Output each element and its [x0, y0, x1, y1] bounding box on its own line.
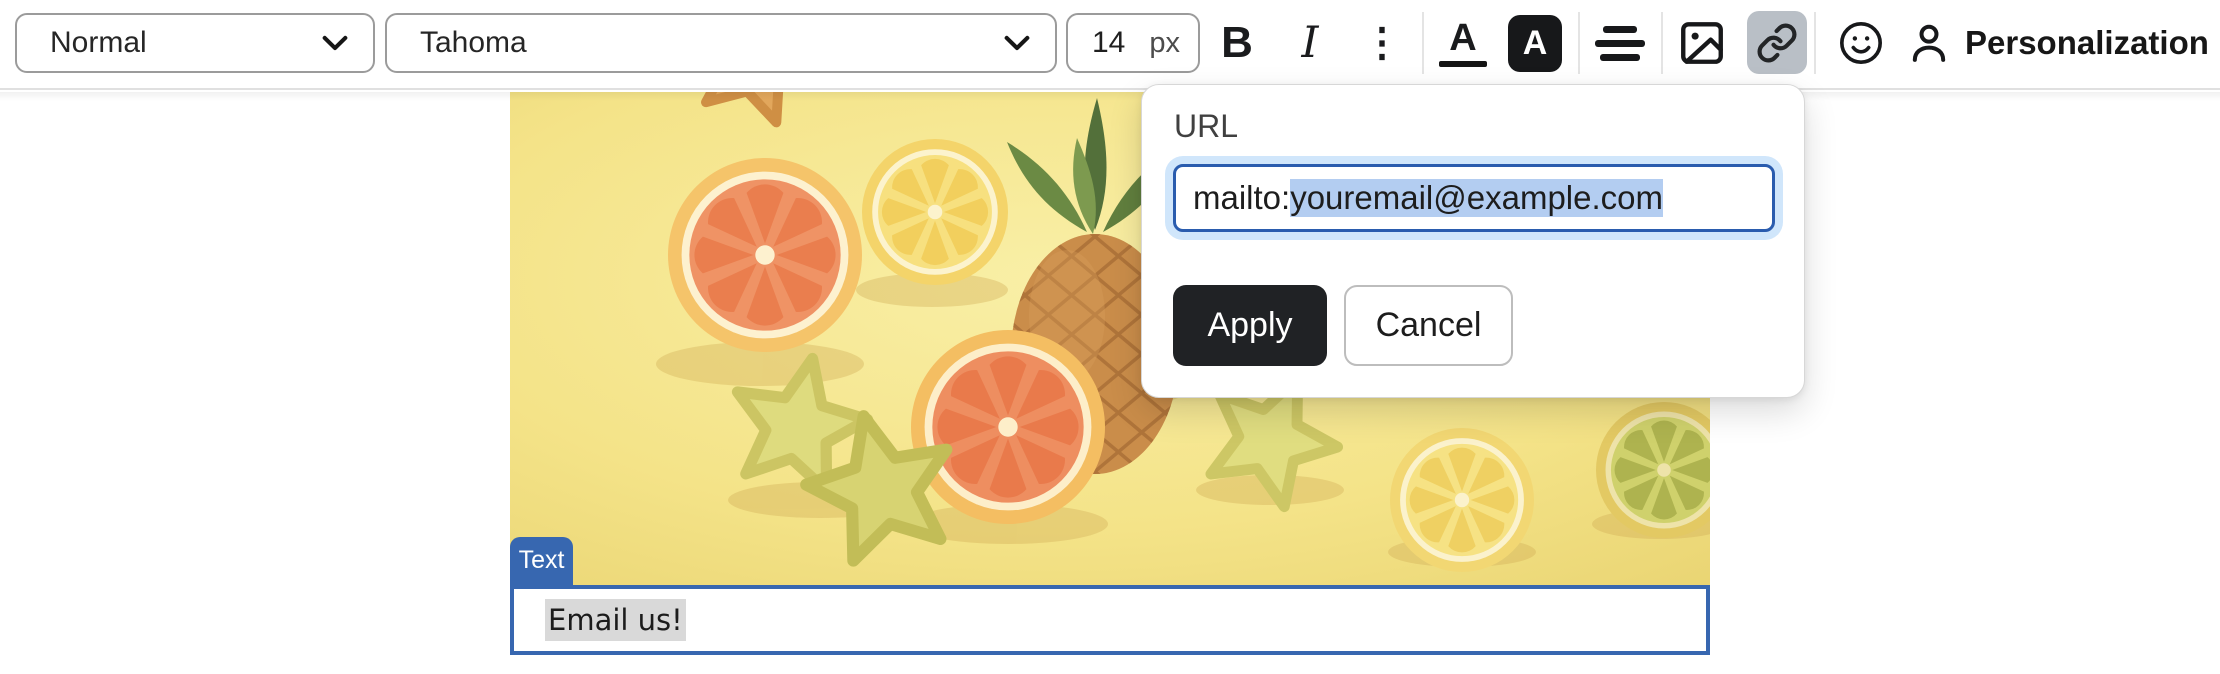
toolbar-shadow: [0, 92, 2220, 101]
email-editor: Normal Tahoma 14 px B I ⋮ A: [0, 0, 2220, 674]
chevron-down-icon: [316, 24, 354, 62]
text-color-icon: A: [1439, 19, 1487, 68]
text-color-button[interactable]: A: [1437, 10, 1489, 76]
bold-icon: B: [1221, 18, 1253, 68]
url-prefix-text: mailto:: [1193, 179, 1290, 217]
toolbar-divider: [1422, 12, 1424, 74]
italic-icon: I: [1302, 18, 1319, 68]
toolbar-divider: [1578, 12, 1580, 74]
smiley-icon: [1838, 20, 1884, 66]
person-icon: [1906, 20, 1952, 66]
link-icon: [1756, 22, 1798, 64]
highlight-color-button[interactable]: A: [1507, 10, 1563, 76]
text-block-content[interactable]: Email us!: [545, 599, 686, 641]
font-size-value: 14: [1092, 26, 1125, 60]
personalization-label: Personalization: [1965, 24, 2209, 62]
font-size-input[interactable]: 14 px: [1066, 13, 1200, 73]
italic-button[interactable]: I: [1286, 10, 1334, 76]
highlight-color-icon: A: [1508, 15, 1562, 72]
font-family-value: Tahoma: [420, 26, 527, 60]
url-selected-text: youremail@example.com: [1290, 179, 1663, 217]
url-label: URL: [1174, 108, 1238, 145]
insert-image-button[interactable]: [1676, 10, 1728, 76]
bold-button[interactable]: B: [1213, 10, 1261, 76]
link-popover: URL mailto:youremail@example.com Apply C…: [1141, 84, 1805, 398]
align-center-icon: [1595, 26, 1645, 61]
apply-button[interactable]: Apply: [1173, 285, 1327, 366]
image-icon: [1677, 18, 1727, 68]
paragraph-style-value: Normal: [50, 26, 147, 60]
kebab-menu-icon: ⋮: [1362, 23, 1402, 63]
personalization-button[interactable]: Personalization: [1906, 10, 2209, 76]
font-size-unit: px: [1149, 27, 1180, 60]
block-type-label: Text: [519, 546, 565, 577]
block-type-badge: Text: [510, 537, 573, 586]
cancel-button[interactable]: Cancel: [1344, 285, 1513, 366]
toolbar-divider: [1661, 12, 1663, 74]
chevron-down-icon: [998, 24, 1036, 62]
toolbar-divider: [1814, 12, 1816, 74]
paragraph-style-select[interactable]: Normal: [15, 13, 375, 73]
url-input[interactable]: mailto:youremail@example.com: [1173, 164, 1775, 232]
insert-link-button[interactable]: [1747, 11, 1807, 74]
emoji-button[interactable]: [1835, 10, 1887, 76]
popover-actions: Apply Cancel: [1173, 285, 1513, 366]
formatting-toolbar: Normal Tahoma 14 px B I ⋮ A: [0, 0, 2220, 90]
font-family-select[interactable]: Tahoma: [385, 13, 1057, 73]
alignment-button[interactable]: [1594, 10, 1646, 76]
text-block[interactable]: Email us!: [510, 585, 1710, 655]
more-options-button[interactable]: ⋮: [1356, 10, 1408, 76]
